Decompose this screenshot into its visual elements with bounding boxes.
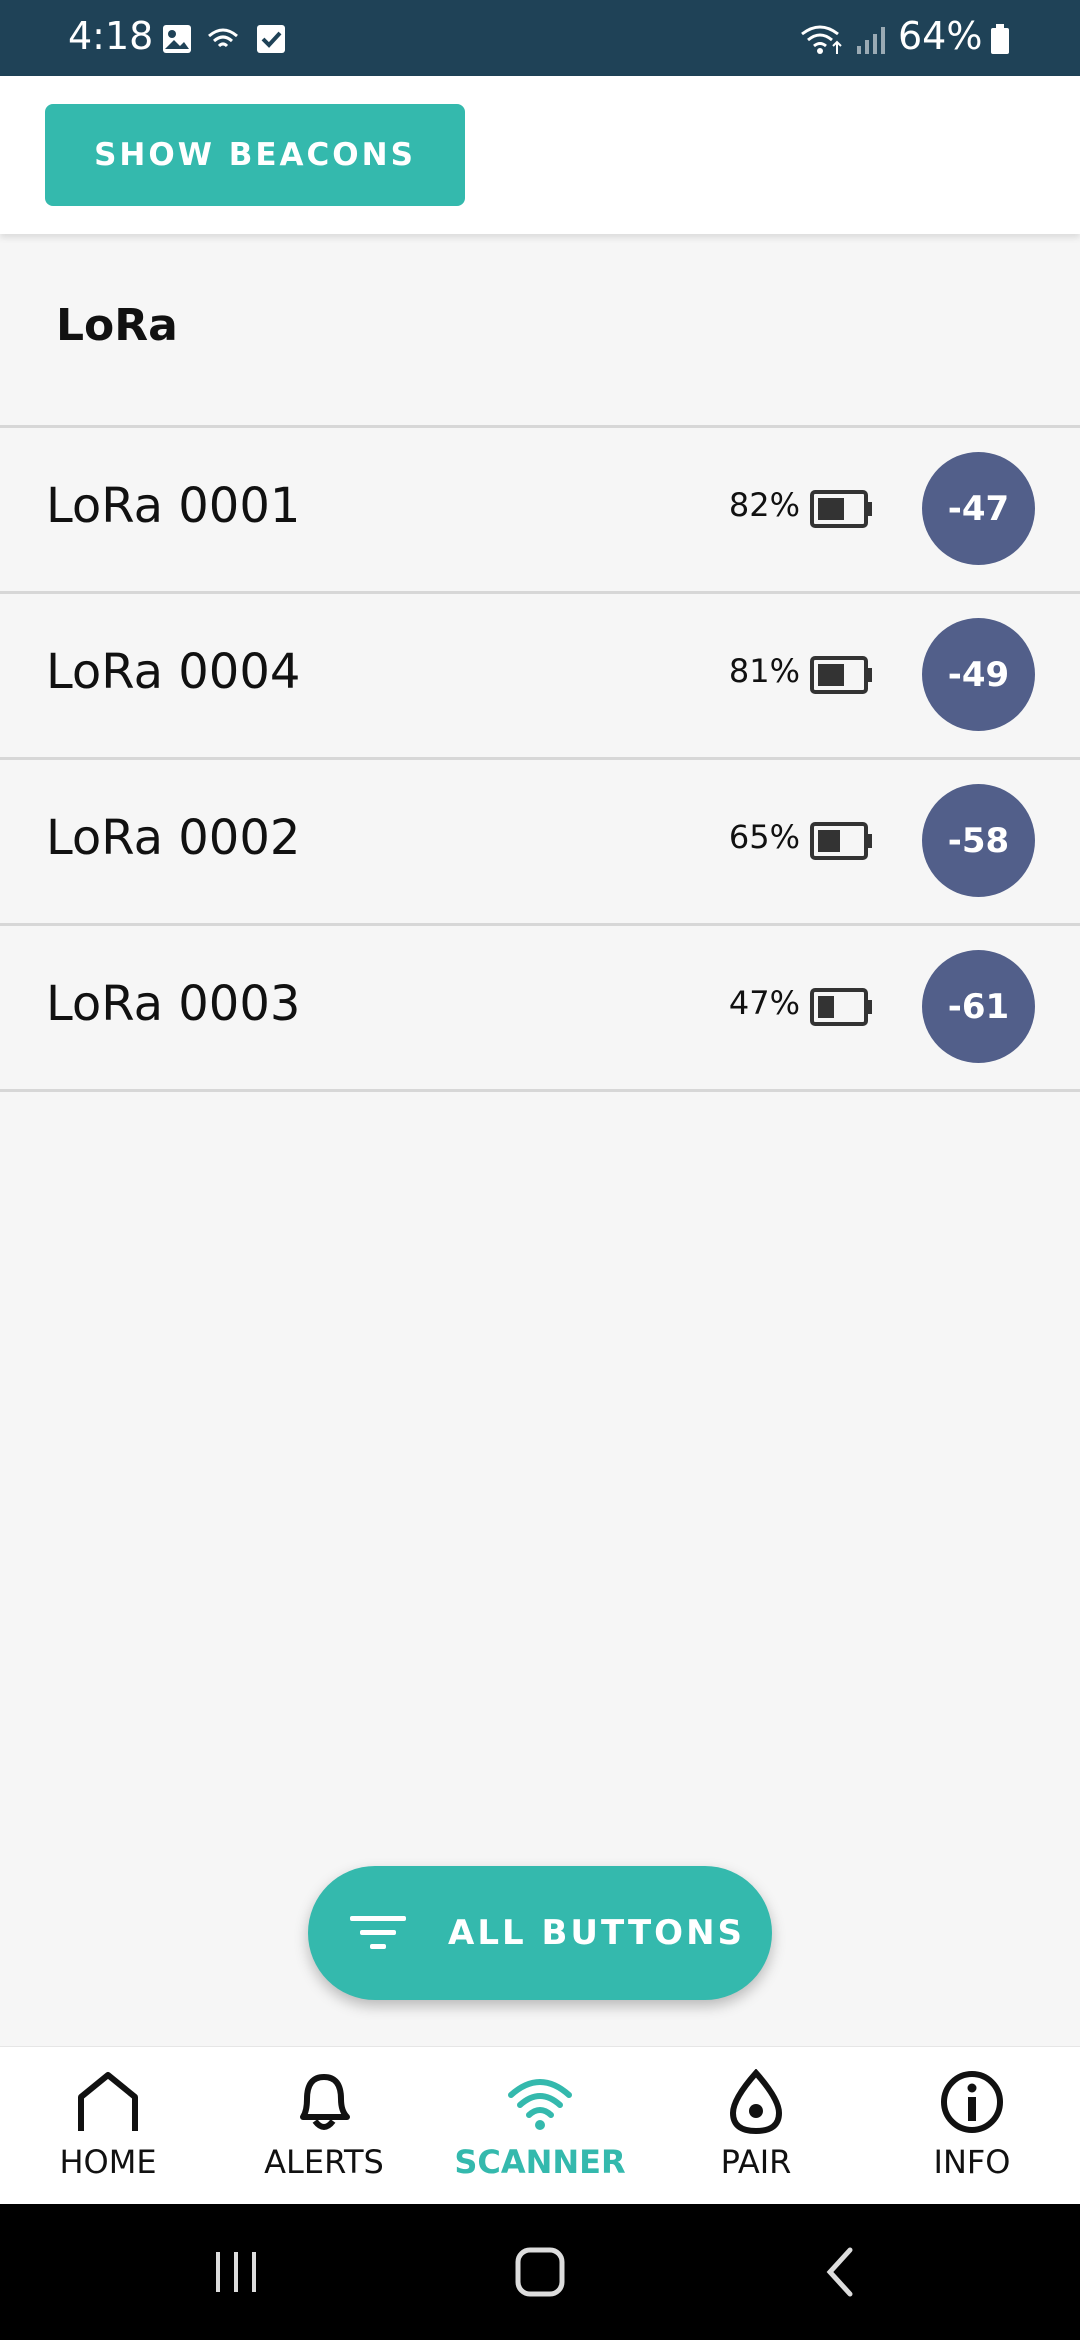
home-system-icon[interactable] (508, 2240, 572, 2304)
list-item[interactable]: LoRa 0004 81% -49 (0, 594, 1080, 757)
home-icon (78, 2072, 138, 2131)
list-item[interactable]: LoRa 0001 82% -47 (0, 428, 1080, 591)
nav-alerts-label: ALERTS (264, 2143, 384, 2181)
battery-icon (810, 988, 872, 1026)
status-battery-percent: 64% (898, 14, 983, 58)
divider (0, 1089, 1080, 1092)
list-item[interactable]: LoRa 0002 65% -58 (0, 760, 1080, 923)
device-name: LoRa 0001 (46, 478, 301, 534)
status-time: 4:18 (68, 14, 154, 58)
battery-icon (810, 490, 872, 528)
filter-icon (350, 1916, 406, 1949)
pair-icon (729, 2069, 783, 2135)
list-item[interactable]: LoRa 0003 47% -61 (0, 926, 1080, 1089)
status-bar: 4:18 64% (0, 0, 1080, 76)
section-title: LoRa (56, 300, 178, 351)
all-buttons-filter-button[interactable]: ALL BUTTONS (308, 1866, 772, 2000)
nav-scanner-label: SCANNER (454, 2143, 626, 2181)
battery-icon (810, 822, 872, 860)
nav-pair[interactable]: PAIR (648, 2047, 864, 2205)
rssi-badge: -58 (922, 784, 1035, 897)
top-action-bar: SHOW BEACONS (0, 76, 1080, 234)
bottom-navigation: HOME ALERTS SCANNER PAIR INFO (0, 2046, 1080, 2205)
device-name: LoRa 0002 (46, 810, 301, 866)
battery-percent: 81% (728, 652, 800, 690)
nav-alerts[interactable]: ALERTS (216, 2047, 432, 2205)
battery-percent: 47% (728, 984, 800, 1022)
image-icon (163, 25, 191, 53)
signal-icon (857, 27, 885, 54)
wifi-icon (801, 25, 842, 54)
battery-percent: 82% (728, 486, 800, 524)
nav-scanner[interactable]: SCANNER (432, 2047, 648, 2205)
back-icon[interactable] (810, 2240, 874, 2304)
rssi-badge: -49 (922, 618, 1035, 731)
bell-icon (300, 2074, 350, 2130)
hotspot-icon (208, 28, 238, 48)
info-icon (941, 2071, 1003, 2133)
battery-percent: 65% (728, 818, 800, 856)
rssi-badge: -61 (922, 950, 1035, 1063)
nav-info-label: INFO (933, 2143, 1011, 2181)
nav-info[interactable]: INFO (864, 2047, 1080, 2205)
battery-icon (810, 656, 872, 694)
checkbox-icon (257, 25, 285, 53)
device-name: LoRa 0004 (46, 644, 301, 700)
scanner-wifi-icon (508, 2079, 572, 2130)
show-beacons-button[interactable]: SHOW BEACONS (45, 104, 465, 206)
recent-apps-icon[interactable] (204, 2240, 268, 2304)
all-buttons-label: ALL BUTTONS (448, 1913, 746, 1953)
system-navigation-bar (0, 2204, 1080, 2340)
nav-home-label: HOME (59, 2143, 157, 2181)
battery-icon (991, 24, 1009, 54)
nav-pair-label: PAIR (720, 2143, 792, 2181)
nav-home[interactable]: HOME (0, 2047, 216, 2205)
device-name: LoRa 0003 (46, 976, 301, 1032)
rssi-badge: -47 (922, 452, 1035, 565)
